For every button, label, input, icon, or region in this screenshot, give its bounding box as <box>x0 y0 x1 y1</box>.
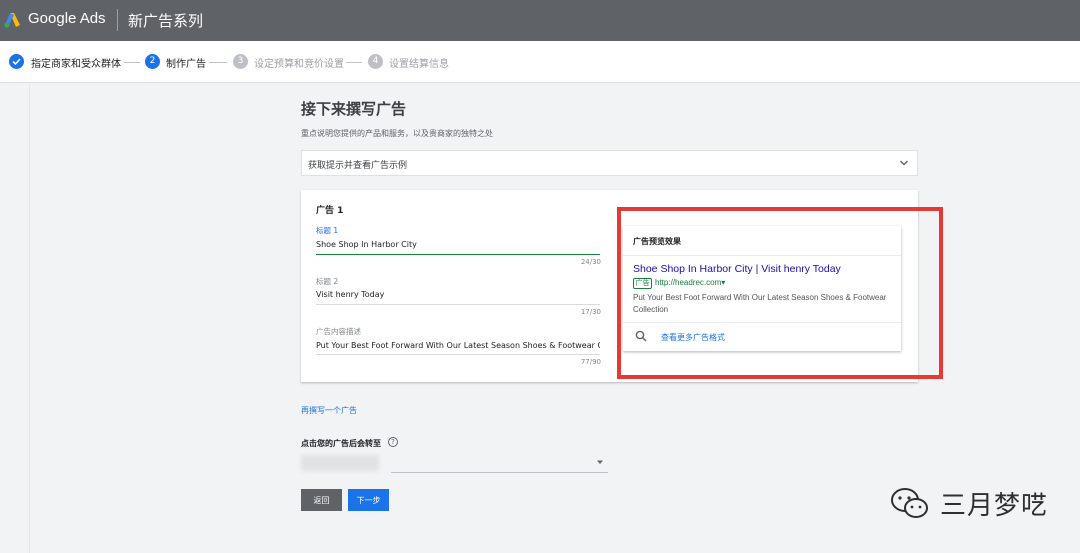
description-input[interactable]: Put Your Best Foot Forward With Our Late… <box>316 341 600 350</box>
step-2-label[interactable]: 制作广告 <box>166 55 206 70</box>
tips-expander[interactable]: 获取提示并查看广告示例 <box>301 150 918 176</box>
watermark-text: 三月梦呓 <box>940 491 1049 521</box>
description-counter: 77/90 <box>580 358 601 366</box>
ad-card-title: 广告 1 <box>316 206 344 216</box>
step-3-label[interactable]: 设定预算和竞价设置 <box>254 55 344 70</box>
final-url-input[interactable] <box>391 472 608 473</box>
step-connector <box>346 62 362 63</box>
step-connector <box>209 62 227 63</box>
top-app-bar: Google Ads 新广告系列 <box>0 0 1080 41</box>
step-4-number[interactable]: 4 <box>368 54 383 69</box>
watermark: 三月梦呓 <box>890 485 1048 522</box>
dropdown-caret-icon[interactable] <box>596 458 604 466</box>
step-4-label[interactable]: 设置结算信息 <box>389 55 449 70</box>
step-1-check-icon[interactable] <box>9 54 24 69</box>
headline-1-label: 标题 1 <box>316 226 339 235</box>
headline-1-counter: 24/30 <box>580 258 601 266</box>
page-subtitle: 重点说明您提供的产品和服务，以及贵商家的独特之处 <box>301 129 493 138</box>
tips-expander-label: 获取提示并查看广告示例 <box>308 161 408 171</box>
left-gutter <box>0 84 30 553</box>
brand-name: Google Ads <box>28 10 106 27</box>
highlight-annotation-box <box>617 207 943 379</box>
step-1-label[interactable]: 指定商家和受众群体 <box>31 55 121 70</box>
campaign-title: 新广告系列 <box>128 12 204 30</box>
headline-2-underline <box>316 304 600 305</box>
final-url-label: 点击您的广告后会转至 <box>301 439 381 448</box>
google-ads-logo-icon[interactable] <box>4 11 22 29</box>
back-button[interactable]: 返回 <box>301 489 342 511</box>
help-icon[interactable]: ? <box>388 437 398 447</box>
headline-1-input[interactable]: Shoe Shop In Harbor City <box>316 240 600 249</box>
headline-2-label: 标题 2 <box>316 277 339 286</box>
redacted-protocol-select[interactable] <box>301 455 379 471</box>
next-button[interactable]: 下一步 <box>348 489 389 511</box>
page-title: 接下来撰写广告 <box>301 100 407 118</box>
step-3-number[interactable]: 3 <box>233 54 248 69</box>
progress-stepper: 指定商家和受众群体 2 制作广告 3 设定预算和竞价设置 4 设置结算信息 <box>0 41 1080 83</box>
headline-1-underline <box>316 254 600 255</box>
description-label: 广告内容描述 <box>316 327 361 336</box>
headline-2-counter: 17/30 <box>580 308 601 316</box>
step-2-number[interactable]: 2 <box>145 54 160 69</box>
wechat-icon <box>891 487 928 518</box>
chevron-down-icon <box>900 160 908 166</box>
step-connector <box>124 62 140 63</box>
add-another-ad-link[interactable]: 再撰写一个广告 <box>301 405 357 416</box>
headline-2-input[interactable]: Visit henry Today <box>316 290 600 299</box>
description-underline <box>316 354 600 355</box>
header-divider <box>117 9 118 31</box>
